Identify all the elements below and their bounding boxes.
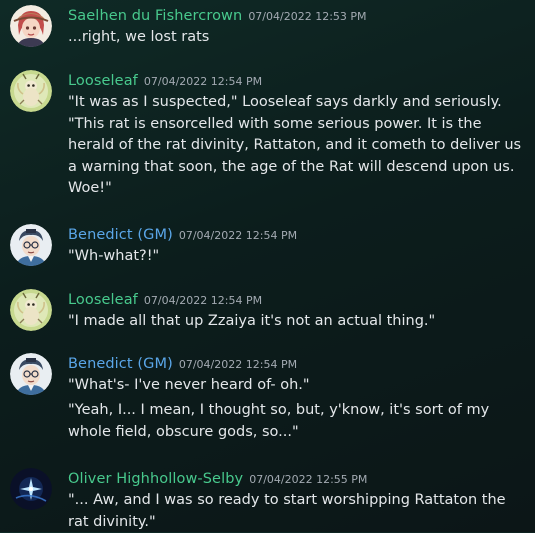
author-name[interactable]: Oliver Highhollow-Selby xyxy=(68,471,243,487)
timestamp: 07/04/2022 12:54 PM xyxy=(178,358,298,371)
message-text: "... Aw, and I was so ready to start wor… xyxy=(68,492,511,530)
timestamp: 07/04/2022 12:54 PM xyxy=(143,75,263,88)
message-header: Benedict (GM) 07/04/2022 12:54 PM xyxy=(68,224,297,243)
message-text: "Wh-what?!" xyxy=(68,248,160,264)
author-name[interactable]: Looseleaf xyxy=(68,73,138,89)
author-name[interactable]: Looseleaf xyxy=(68,292,138,308)
saelhen-portrait-icon xyxy=(10,5,52,47)
avatar[interactable] xyxy=(10,224,52,266)
author-name[interactable]: Benedict (GM) xyxy=(68,227,173,243)
message-header: Oliver Highhollow-Selby 07/04/2022 12:55 … xyxy=(68,468,367,487)
oliver-star-icon xyxy=(10,468,52,510)
author-name[interactable]: Saelhen du Fishercrown xyxy=(68,8,242,24)
looseleaf-bug-icon xyxy=(10,70,52,112)
message-text: "I made all that up Zzaiya it's not an a… xyxy=(68,313,436,329)
benedict-portrait-icon xyxy=(10,353,52,395)
message-text: "It was as I suspected," Looseleaf says … xyxy=(68,94,526,196)
message-text: ...right, we lost rats xyxy=(68,29,210,45)
author-name[interactable]: Benedict (GM) xyxy=(68,356,173,372)
avatar[interactable] xyxy=(10,289,52,331)
timestamp: 07/04/2022 12:55 PM xyxy=(249,473,368,486)
message-header: Benedict (GM) 07/04/2022 12:54 PM xyxy=(68,353,297,372)
timestamp: 07/04/2022 12:53 PM xyxy=(248,10,367,23)
message-header: Saelhen du Fishercrown 07/04/2022 12:53 P… xyxy=(68,5,367,24)
avatar[interactable] xyxy=(10,5,52,47)
message-header: Looseleaf 07/04/2022 12:54 PM xyxy=(68,289,262,308)
chat-log: Saelhen du Fishercrown 07/04/2022 12:53 P… xyxy=(0,0,535,532)
avatar[interactable] xyxy=(10,70,52,112)
benedict-portrait-icon xyxy=(10,224,52,266)
avatar[interactable] xyxy=(10,468,52,510)
message-text: "Yeah, I... I mean, I thought so, but, y… xyxy=(68,402,494,440)
timestamp: 07/04/2022 12:54 PM xyxy=(178,229,298,242)
avatar[interactable] xyxy=(10,353,52,395)
message-text: "What's- I've never heard of- oh." xyxy=(68,377,310,393)
looseleaf-bug-icon xyxy=(10,289,52,331)
message-header: Looseleaf 07/04/2022 12:54 PM xyxy=(68,70,262,89)
timestamp: 07/04/2022 12:54 PM xyxy=(143,294,263,307)
